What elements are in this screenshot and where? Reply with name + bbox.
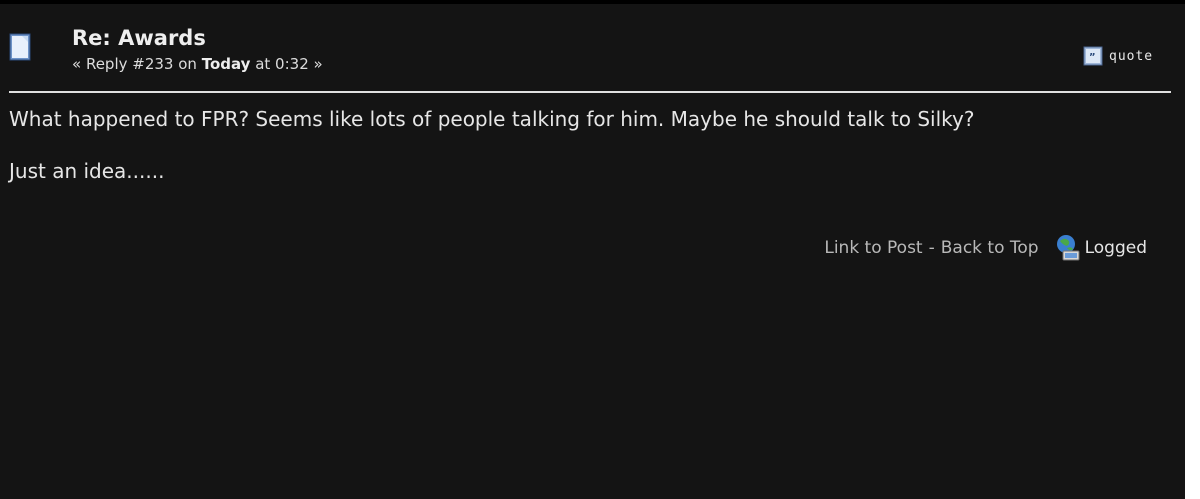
divider (9, 91, 1171, 93)
body-paragraph: Just an idea...... (9, 159, 165, 183)
body-paragraph: What happened to FPR? Seems like lots of… (9, 107, 975, 131)
post-body: What happened to FPR? Seems like lots of… (9, 106, 1119, 210)
link-to-post[interactable]: Link to Post (824, 238, 922, 258)
quote-icon: ” (1083, 46, 1103, 66)
meta-prefix: « Reply #233 on (72, 55, 197, 73)
post-footer: Link to Post - Back to Top Logged (824, 233, 1147, 263)
svg-text:”: ” (1089, 52, 1096, 63)
footer-separator: - (928, 238, 935, 258)
quote-label: quote (1109, 48, 1154, 64)
back-to-top-link[interactable]: Back to Top (941, 238, 1039, 258)
globe-computer-icon (1056, 235, 1080, 261)
post-meta: « Reply #233 on Today at 0:32 » (72, 54, 323, 74)
post-container: Re: Awards « Reply #233 on Today at 0:32… (0, 0, 1185, 499)
logged-status: Logged (1084, 238, 1147, 258)
page-edge (1185, 0, 1200, 499)
meta-suffix: at 0:32 » (255, 55, 323, 73)
meta-day: Today (201, 55, 251, 73)
document-icon (9, 33, 31, 61)
post-subject[interactable]: Re: Awards (72, 25, 206, 51)
quote-button[interactable]: ” quote (1083, 46, 1153, 66)
